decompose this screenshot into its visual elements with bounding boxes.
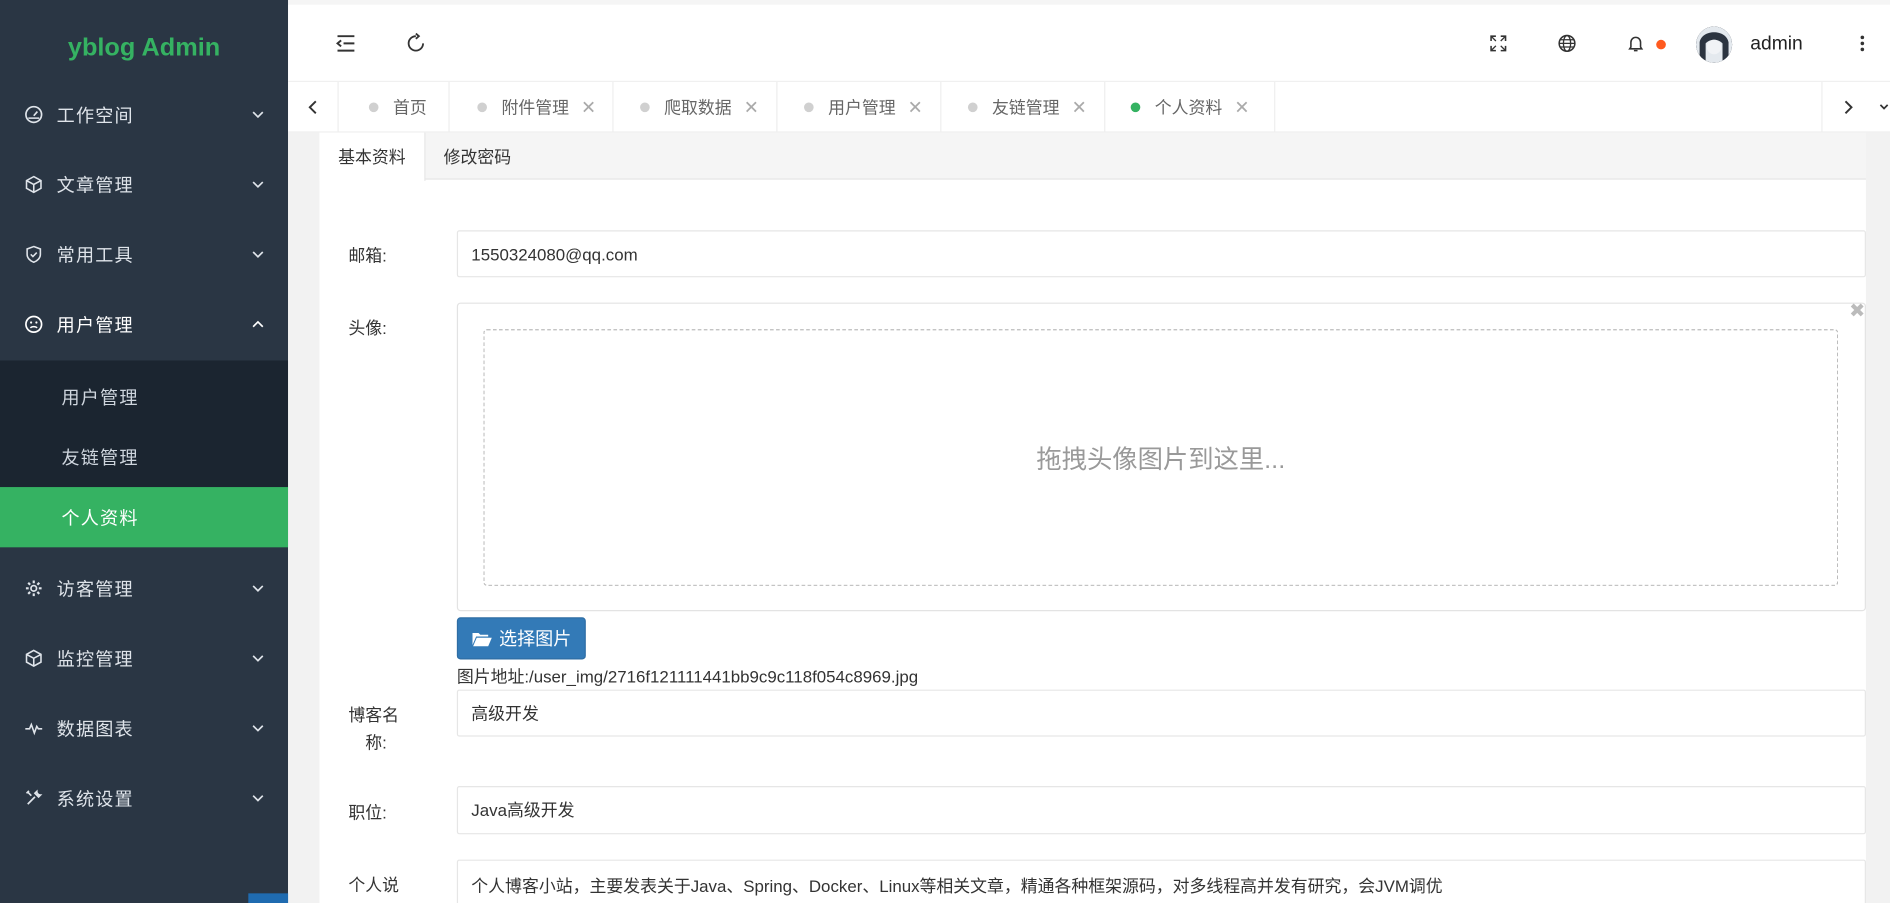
tab-status-dot bbox=[368, 102, 379, 113]
app-root: yblog Admin 工作空间 文章管理 常用工具 用户管理 用户管理 友链管… bbox=[0, 0, 1890, 903]
tab-links[interactable]: 友链管理 ✕ bbox=[941, 81, 1106, 133]
email-label: 邮箱: bbox=[348, 245, 387, 266]
page-tabs-bar: 首页 附件管理 ✕ 爬取数据 ✕ 用户管理 ✕ 友链管理 ✕ 个人资料 ✕ bbox=[288, 81, 1890, 133]
blog-name-field[interactable]: 高级开发 bbox=[456, 689, 1866, 737]
close-icon[interactable]: ✕ bbox=[908, 96, 923, 118]
chevron-down-icon bbox=[250, 580, 267, 597]
sidebar-subitem-users[interactable]: 用户管理 bbox=[0, 367, 288, 427]
sidebar-item-label: 用户管理 bbox=[56, 315, 134, 336]
username-label[interactable]: admin bbox=[1750, 34, 1803, 56]
close-icon[interactable]: ✕ bbox=[1234, 96, 1249, 118]
tab-home[interactable]: 首页 bbox=[339, 81, 450, 133]
bell-icon[interactable] bbox=[1621, 29, 1650, 58]
tab-label: 附件管理 bbox=[501, 97, 569, 117]
gear-icon bbox=[24, 579, 43, 598]
dashboard-icon bbox=[24, 105, 43, 124]
sidebar-item-label: 工作空间 bbox=[56, 105, 134, 126]
sidebar-item-user-management[interactable]: 用户管理 bbox=[0, 289, 288, 359]
tab-label: 用户管理 bbox=[828, 97, 896, 117]
notification-dot bbox=[1656, 39, 1666, 50]
cube-icon bbox=[24, 649, 43, 668]
chevron-down-icon bbox=[250, 176, 267, 193]
chevron-down-icon bbox=[250, 106, 267, 123]
tab-status-dot bbox=[804, 102, 814, 113]
chevron-down-icon bbox=[250, 246, 267, 263]
position-label: 职位: bbox=[348, 802, 387, 823]
sidebar-subitem-profile[interactable]: 个人资料 bbox=[0, 487, 289, 548]
close-icon[interactable]: ✕ bbox=[581, 96, 596, 118]
avatar-drop-zone[interactable]: 拖拽头像图片到这里... bbox=[483, 329, 1839, 586]
avatar[interactable] bbox=[1695, 26, 1733, 63]
profile-tabs: 基本资料 修改密码 bbox=[319, 132, 1866, 181]
sidebar-item-label: 系统设置 bbox=[56, 789, 134, 810]
position-field[interactable]: Java高级开发 bbox=[456, 786, 1866, 835]
intro-field[interactable]: 个人博客小站，主要发表关于Java、Spring、Docker、Linux等相关… bbox=[456, 859, 1866, 903]
sidebar-item-label: 访客管理 bbox=[56, 579, 134, 600]
sidebar-item-label: 监控管理 bbox=[56, 649, 134, 670]
tabs-scroll-right-icon[interactable] bbox=[1821, 81, 1872, 133]
tab-status-dot bbox=[967, 102, 978, 113]
user-face-icon bbox=[24, 315, 43, 334]
close-icon[interactable]: ✖ bbox=[1849, 299, 1865, 323]
tab-crawl-data[interactable]: 爬取数据 ✕ bbox=[614, 81, 778, 133]
tab-profile[interactable]: 个人资料 ✕ bbox=[1105, 81, 1276, 133]
blog-name-label: 博客名 称: bbox=[348, 703, 399, 755]
tab-status-dot bbox=[1130, 102, 1141, 113]
tabs-scroll-left-icon[interactable] bbox=[288, 81, 339, 133]
image-path-text: 图片地址:/user_img/2716f121111441bb9c9c118f0… bbox=[456, 666, 919, 686]
choose-image-label: 选择图片 bbox=[499, 629, 572, 650]
sidebar: yblog Admin 工作空间 文章管理 常用工具 用户管理 用户管理 友链管… bbox=[0, 0, 309, 903]
chevron-up-icon bbox=[250, 316, 267, 333]
shield-check-icon bbox=[24, 245, 43, 264]
tab-change-password[interactable]: 修改密码 bbox=[426, 133, 530, 180]
blog-name-label-line1: 博客名 bbox=[348, 705, 399, 725]
intro-label: 个人说 bbox=[348, 875, 399, 895]
cube-icon bbox=[24, 175, 43, 194]
sidebar-submenu: 用户管理 友链管理 个人资料 bbox=[0, 360, 289, 548]
tab-label: 个人资料 bbox=[1154, 97, 1223, 117]
sidebar-item-label: 数据图表 bbox=[56, 719, 134, 740]
sidebar-item-label: 文章管理 bbox=[56, 175, 134, 196]
sidebar-item-monitoring[interactable]: 监控管理 bbox=[0, 623, 288, 693]
more-vertical-icon[interactable] bbox=[1848, 29, 1877, 58]
sidebar-item-tools[interactable]: 常用工具 bbox=[0, 219, 288, 289]
sidebar-item-visitors[interactable]: 访客管理 bbox=[0, 553, 288, 623]
folder-open-icon bbox=[471, 630, 493, 647]
chevron-down-icon bbox=[250, 720, 267, 737]
avatar-label: 头像: bbox=[348, 318, 387, 338]
close-icon[interactable]: ✕ bbox=[744, 96, 759, 118]
tools-icon bbox=[24, 788, 43, 807]
sidebar-item-charts[interactable]: 数据图表 bbox=[0, 693, 288, 763]
sidebar-item-settings[interactable]: 系统设置 bbox=[0, 763, 288, 833]
tabs-more-icon[interactable] bbox=[1877, 82, 1890, 133]
refresh-icon[interactable] bbox=[401, 29, 430, 58]
pulse-icon bbox=[24, 719, 43, 738]
tab-status-dot bbox=[477, 102, 487, 113]
sidebar-item-articles[interactable]: 文章管理 bbox=[0, 149, 288, 219]
close-icon[interactable]: ✕ bbox=[1072, 96, 1087, 118]
tab-status-dot bbox=[640, 102, 650, 113]
top-header: admin bbox=[288, 4, 1890, 82]
collapse-menu-icon[interactable] bbox=[331, 29, 360, 58]
tab-user-management[interactable]: 用户管理 ✕ bbox=[777, 81, 942, 133]
tab-basic-info[interactable]: 基本资料 bbox=[319, 132, 426, 181]
chevron-down-icon bbox=[250, 790, 267, 807]
email-field[interactable]: 1550324080@qq.com bbox=[456, 230, 1866, 278]
tab-label: 首页 bbox=[392, 97, 427, 117]
tab-label: 爬取数据 bbox=[664, 97, 732, 117]
sidebar-item-workspace[interactable]: 工作空间 bbox=[0, 80, 288, 150]
fullscreen-icon[interactable] bbox=[1484, 29, 1513, 58]
blog-name-label-line2: 称: bbox=[365, 733, 387, 753]
tab-label: 友链管理 bbox=[992, 97, 1060, 117]
sidebar-item-label: 常用工具 bbox=[56, 245, 134, 266]
globe-icon[interactable] bbox=[1553, 29, 1582, 58]
chevron-down-icon bbox=[250, 650, 267, 667]
choose-image-button[interactable]: 选择图片 bbox=[456, 617, 586, 660]
sidebar-subitem-links[interactable]: 友链管理 bbox=[0, 427, 288, 487]
tab-attachments[interactable]: 附件管理 ✕ bbox=[450, 81, 614, 133]
